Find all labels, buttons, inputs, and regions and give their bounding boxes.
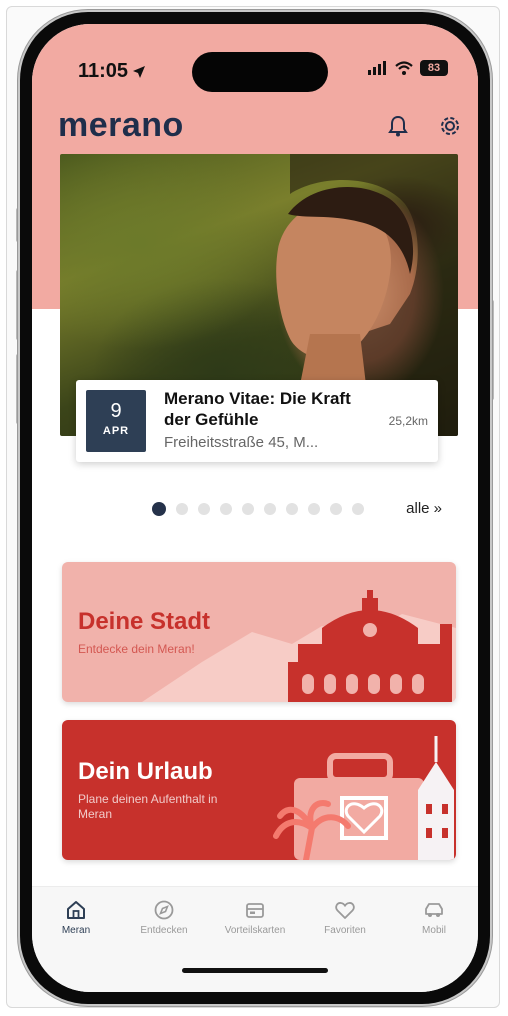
tab-meran[interactable]: Meran — [36, 899, 116, 936]
home-icon — [67, 901, 85, 919]
event-distance: 25,2km — [388, 414, 428, 428]
pager-dot[interactable] — [286, 503, 298, 515]
tab-label-favoriten: Favoriten — [324, 925, 366, 936]
tab-vorteilskarten[interactable]: Vorteilskarten — [215, 899, 295, 936]
screen: 11:05 83 merano 9 APR Merano Vitae: Die … — [32, 24, 478, 992]
dein-urlaub-card[interactable]: Dein Urlaub Plane deinen Aufenthalt in M… — [62, 720, 456, 860]
card-title-urlaub: Dein Urlaub — [78, 758, 213, 785]
tab-label-meran: Meran — [61, 925, 91, 936]
battery-indicator: 83 — [420, 60, 448, 76]
wifi-icon — [395, 61, 413, 75]
side-button-power — [490, 300, 494, 400]
tab-favoriten[interactable]: Favoriten — [305, 899, 385, 936]
time-text: 11:05 — [78, 60, 129, 82]
merano-logo: merano — [58, 106, 184, 144]
carousel-pager[interactable] — [152, 502, 364, 516]
tab-label-vorteilskarten: Vorteilskarten — [224, 925, 286, 936]
event-address: Freiheitsstraße 45, M... — [164, 434, 319, 451]
tab-label-entdecken: Entdecken — [140, 925, 188, 936]
pager-dot[interactable] — [352, 503, 364, 515]
home-indicator[interactable] — [182, 968, 328, 973]
phone-frame: 11:05 83 merano 9 APR Merano Vitae: Die … — [20, 12, 490, 1004]
card-title-stadt: Deine Stadt — [78, 608, 211, 635]
pager-dot[interactable] — [198, 503, 210, 515]
card-icon — [246, 903, 264, 918]
pager-dot-active[interactable] — [152, 502, 166, 516]
pager-dot[interactable] — [330, 503, 342, 515]
dynamic-island — [192, 52, 328, 92]
app-header: merano — [32, 102, 478, 158]
compass-icon — [154, 900, 174, 920]
all-events-link[interactable]: alle » — [406, 500, 442, 517]
gear-icon[interactable] — [436, 112, 464, 140]
event-month: APR — [102, 425, 130, 437]
bottom-tab-bar: Meran Entdecken Vorteilskarten Favoriten… — [32, 886, 478, 992]
car-icon — [425, 903, 443, 917]
pager-dot[interactable] — [176, 503, 188, 515]
pager-dot[interactable] — [308, 503, 320, 515]
pager-dot[interactable] — [220, 503, 232, 515]
status-bar: 11:05 83 — [32, 24, 478, 98]
pager-dot[interactable] — [264, 503, 276, 515]
tab-label-mobil: Mobil — [422, 925, 446, 936]
luggage-illustration — [273, 736, 454, 860]
card-subtitle-urlaub: Plane deinen Aufenthalt in Meran — [78, 792, 218, 821]
status-time: 11:05 — [78, 60, 146, 83]
event-title: Merano Vitae: Die Kraft der Gefühle — [164, 389, 351, 429]
tab-entdecken[interactable]: Entdecken — [124, 899, 204, 936]
heart-icon — [335, 902, 355, 919]
card-subtitle-stadt: Entdecke dein Meran! — [78, 642, 195, 656]
pager-dot[interactable] — [242, 503, 254, 515]
tab-mobil[interactable]: Mobil — [394, 899, 474, 936]
deine-stadt-card[interactable]: Deine Stadt Entdecke dein Meran! — [62, 562, 456, 702]
status-icons: 83 — [368, 60, 448, 76]
signal-icon — [368, 61, 386, 75]
location-arrow-icon — [133, 65, 146, 78]
bell-icon[interactable] — [384, 112, 412, 140]
event-day: 9 — [110, 400, 122, 422]
event-date-badge: 9 APR — [86, 390, 146, 452]
event-card[interactable]: 9 APR Merano Vitae: Die Kraft der Gefühl… — [76, 380, 438, 462]
